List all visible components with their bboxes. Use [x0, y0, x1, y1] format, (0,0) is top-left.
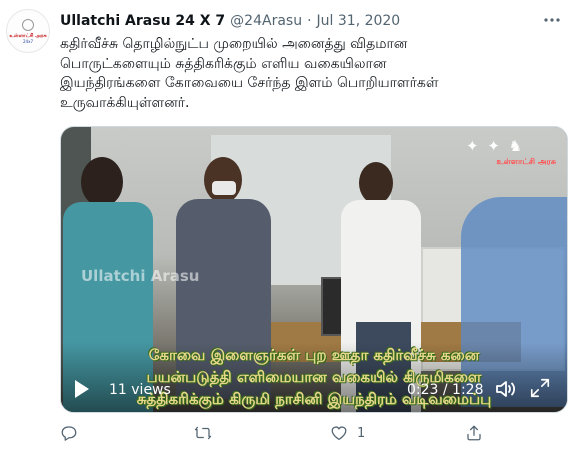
tweet-actions: 1: [60, 420, 520, 446]
channel-logo-icon: ✦ ✦ ♞: [466, 137, 525, 155]
tweet-date[interactable]: Jul 31, 2020: [317, 13, 401, 29]
tweet-text: கதிர்வீச்சு தொழில்நுட்ப முறையில் அனைத்து…: [60, 35, 560, 113]
video-time: 0:23 / 1:28: [407, 382, 484, 398]
tweet-text-line: பொருட்களையும் சுத்திகரிக்கும் எளிய வகையி…: [60, 55, 387, 72]
retweet-icon: [194, 426, 212, 440]
like-count: 1: [357, 425, 366, 441]
tweet-text-line: இயந்திரங்களை கோவையை சேர்ந்த இளம் பொறியாள…: [60, 75, 439, 91]
like-icon: [331, 426, 347, 441]
retweet-button[interactable]: [194, 420, 212, 446]
channel-logo-text: உள்ளாட்சி அரசு: [496, 157, 556, 166]
reply-button[interactable]: [60, 420, 78, 446]
video-channel-logo: ✦ ✦ ♞ உள்ளாட்சி அரசு: [466, 137, 556, 177]
like-button[interactable]: 1: [330, 420, 365, 446]
avatar-logo-subtext: 24x7: [22, 38, 33, 44]
video-player[interactable]: Ullatchi Arasu ✦ ✦ ♞ உள்ளாட்சி அரசு கோவை…: [60, 126, 568, 413]
play-icon[interactable]: [75, 380, 89, 398]
more-options-button[interactable]: [540, 10, 564, 30]
avatar[interactable]: உள்ளாட்சி அரசு 24x7: [6, 9, 50, 53]
separator: ·: [307, 13, 312, 29]
volume-icon[interactable]: [494, 377, 518, 401]
share-icon: [467, 425, 481, 441]
view-count: 11 views: [109, 382, 171, 398]
subtitle-line: கோவை இளைஞர்கள் புற ஊதா கதிர்வீச்சு கனை: [148, 346, 480, 364]
emblem-icon: [22, 18, 34, 31]
reply-icon: [61, 426, 77, 441]
more-dots-icon: [544, 18, 560, 22]
tweet-card: உள்ளாட்சி அரசு 24x7 Ullatchi Arasu 24 X …: [0, 0, 580, 456]
tweet-text-line: உருவாக்கியுள்ளனர்.: [60, 94, 190, 111]
share-button[interactable]: [465, 420, 483, 446]
author-name[interactable]: Ullatchi Arasu 24 X 7: [60, 13, 225, 29]
video-controls: 11 views 0:23 / 1:28: [61, 368, 567, 412]
video-watermark: Ullatchi Arasu: [81, 267, 200, 285]
expand-icon[interactable]: [529, 377, 551, 399]
tweet-header: Ullatchi Arasu 24 X 7 @24Arasu · Jul 31,…: [60, 11, 400, 31]
tweet-text-line: கதிர்வீச்சு தொழில்நுட்ப முறையில் அனைத்து…: [60, 36, 408, 52]
author-handle[interactable]: @24Arasu: [230, 13, 302, 29]
